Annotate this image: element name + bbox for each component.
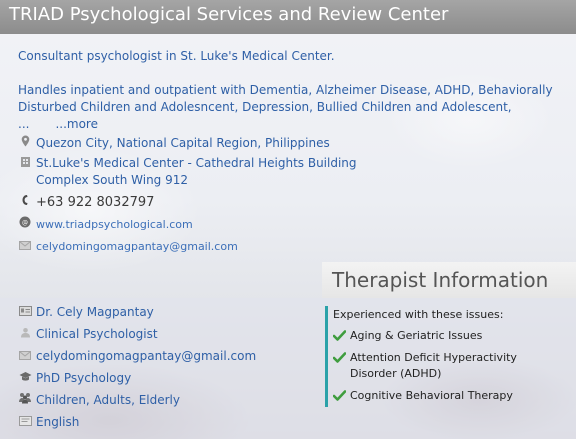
therapist-email-row: celydomingomagpantay@gmail.com	[18, 348, 256, 365]
title-row: Clinical Psychologist	[18, 326, 158, 343]
svg-text:@: @	[22, 220, 28, 227]
website-row: @ www.triadpsychological.com	[18, 216, 193, 233]
location-text: Quezon City, National Capital Region, Ph…	[36, 136, 330, 150]
issues-panel: Experienced with these issues: Aging & G…	[325, 306, 572, 407]
graduation-cap-icon	[18, 370, 32, 387]
checkmark-icon	[333, 352, 346, 363]
website-link[interactable]: www.triadpsychological.com	[36, 216, 193, 233]
map-pin-icon	[18, 135, 32, 152]
address-row: St.Luke's Medical Center - Cathedral Hei…	[18, 155, 357, 189]
checkmark-icon	[333, 390, 346, 401]
description-text: Handles inpatient and outpatient with De…	[18, 83, 553, 131]
name-row: Dr. Cely Magpantay	[18, 304, 154, 321]
therapist-info-title: Therapist Information	[332, 268, 549, 292]
phone-icon	[18, 194, 32, 211]
checkmark-icon	[333, 330, 346, 341]
building-icon	[18, 155, 32, 172]
issue-text: Attention Deficit Hyperactivity Disorder…	[350, 351, 517, 380]
email-icon	[18, 348, 32, 365]
page-header: TRIAD Psychological Services and Review …	[0, 0, 576, 34]
globe-icon: @	[18, 216, 32, 233]
location-row: Quezon City, National Capital Region, Ph…	[18, 135, 330, 152]
page-title: TRIAD Psychological Services and Review …	[9, 4, 449, 25]
language-icon	[18, 414, 32, 431]
description-line1: Consultant psychologist in St. Luke's Me…	[18, 49, 335, 63]
phone-number[interactable]: +63 922 8032797	[36, 194, 154, 211]
address-line1: St.Luke's Medical Center - Cathedral Hei…	[36, 156, 357, 170]
issue-text: Aging & Geriatric Issues	[350, 329, 483, 342]
email-icon	[18, 238, 32, 255]
more-link[interactable]: ...more	[55, 117, 98, 131]
therapist-info-tab: Therapist Information	[322, 262, 576, 298]
group-icon	[18, 392, 32, 409]
therapist-clients: Children, Adults, Elderly	[36, 393, 180, 407]
email-row: celydomingomagpantay@gmail.com	[18, 238, 238, 255]
description: Consultant psychologist in St. Luke's Me…	[18, 48, 566, 133]
person-icon	[18, 326, 32, 343]
therapist-degree: PhD Psychology	[36, 371, 132, 385]
issue-text: Cognitive Behavioral Therapy	[350, 389, 513, 402]
id-card-icon	[18, 304, 32, 321]
phone-row: +63 922 8032797	[18, 194, 154, 211]
clients-row: Children, Adults, Elderly	[18, 392, 180, 409]
address-text: St.Luke's Medical Center - Cathedral Hei…	[36, 155, 357, 189]
address-line2: Complex South Wing 912	[36, 173, 189, 187]
degree-row: PhD Psychology	[18, 370, 131, 387]
issues-heading: Experienced with these issues:	[333, 308, 504, 321]
email-link[interactable]: celydomingomagpantay@gmail.com	[36, 238, 238, 255]
description-line2: Handles inpatient and outpatient with De…	[18, 82, 566, 133]
therapist-email[interactable]: celydomingomagpantay@gmail.com	[36, 348, 256, 365]
therapist-title: Clinical Psychologist	[36, 327, 158, 341]
language-row: English	[18, 414, 79, 431]
therapist-name: Dr. Cely Magpantay	[36, 305, 154, 319]
therapist-language: English	[36, 415, 80, 429]
